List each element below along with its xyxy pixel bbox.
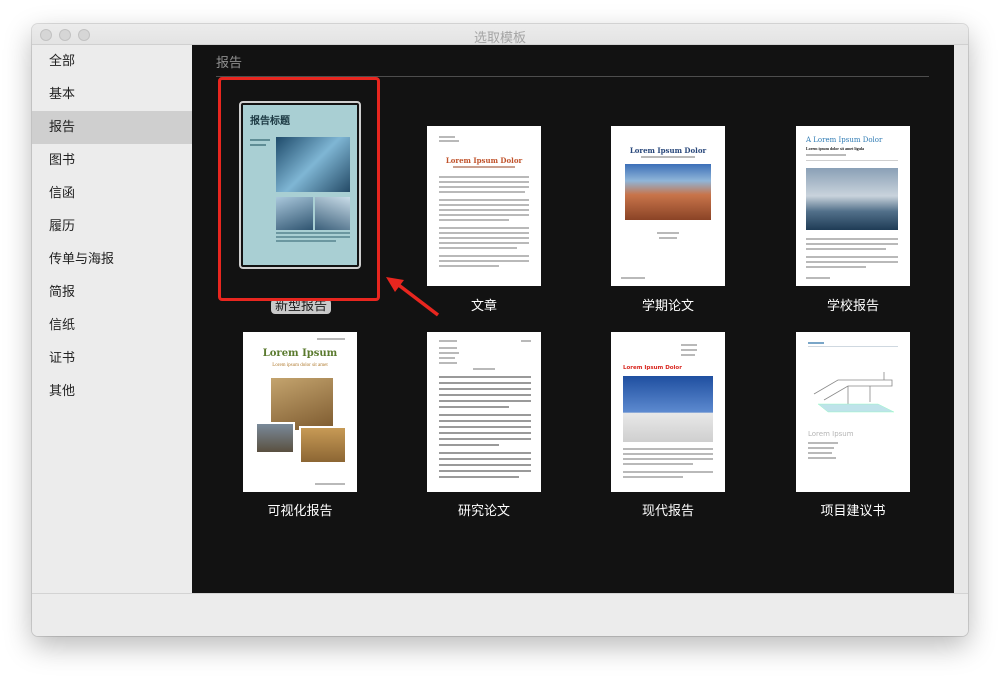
thumb-subtitle: Lorem ipsum dolor sit amet xyxy=(272,363,328,368)
section-title: 报告 xyxy=(216,56,243,71)
sidebar-item-resumes[interactable]: 履历 xyxy=(32,210,192,243)
sidebar-item-newsletters[interactable]: 简报 xyxy=(32,276,192,309)
template-chooser-window: 选取模板 全部 基本 报告 图书 信函 履历 传单与海报 简报 信纸 证书 其他… xyxy=(32,24,968,636)
template-label-term-paper[interactable]: 学期论文 xyxy=(588,295,748,314)
thumb-title: Lorem Ipsum Dolor xyxy=(629,146,707,155)
template-thumb-project-proposal[interactable]: Lorem Ipsum xyxy=(796,332,910,492)
template-thumb-school-report[interactable]: A Lorem Ipsum Dolor Lorem ipsum dolor si… xyxy=(796,126,910,286)
template-label-school-report[interactable]: 学校报告 xyxy=(773,295,933,314)
sidebar-item-letters[interactable]: 信函 xyxy=(32,177,192,210)
window-title: 选取模板 xyxy=(473,31,526,46)
template-thumb-research-paper[interactable] xyxy=(427,332,541,492)
sidebar-item-certificates[interactable]: 证书 xyxy=(32,342,192,375)
category-sidebar: 全部 基本 报告 图书 信函 履历 传单与海报 简报 信纸 证书 其他 xyxy=(32,45,192,593)
sidebar-item-other[interactable]: 其他 xyxy=(32,375,192,408)
template-label-project-proposal[interactable]: 项目建议书 xyxy=(773,500,933,519)
highlight-annotation-box xyxy=(218,77,380,301)
thumb-photo-elephant xyxy=(255,422,295,454)
scroll-strip xyxy=(954,45,968,593)
template-label-visual-report[interactable]: 可视化报告 xyxy=(220,500,380,519)
thumb-photo-lighthouse xyxy=(806,168,898,230)
thumb-title: Lorem Ipsum Dolor xyxy=(623,365,682,371)
sidebar-item-basic[interactable]: 基本 xyxy=(32,78,192,111)
thumb-subtitle: Lorem ipsum dolor sit amet ligula xyxy=(806,146,864,151)
template-label-modern-report[interactable]: 现代报告 xyxy=(588,500,748,519)
thumb-title: Lorem Ipsum xyxy=(808,430,854,438)
thumb-title: Lorem Ipsum Dolor xyxy=(445,156,523,165)
thumb-title: Lorem Ipsum xyxy=(262,348,338,359)
thumb-sketch-building xyxy=(808,350,898,414)
sidebar-item-all[interactable]: 全部 xyxy=(32,45,192,78)
template-thumb-visual-report[interactable]: Lorem Ipsum Lorem ipsum dolor sit amet xyxy=(243,332,357,492)
sidebar-item-books[interactable]: 图书 xyxy=(32,144,192,177)
sidebar-item-flyers-posters[interactable]: 传单与海报 xyxy=(32,243,192,276)
title-bar: 选取模板 xyxy=(32,24,968,46)
template-gallery: 报告 报告标题 新型报告 Lorem Ipsum Dolor 文章 Lorem … xyxy=(192,45,954,593)
template-thumb-modern-report[interactable]: Lorem Ipsum Dolor xyxy=(611,332,725,492)
sidebar-item-reports[interactable]: 报告 xyxy=(32,111,192,144)
bottom-bar xyxy=(32,593,968,636)
template-thumb-term-paper[interactable]: Lorem Ipsum Dolor xyxy=(611,126,725,286)
thumb-photo-architecture xyxy=(623,376,713,442)
sidebar-item-stationery[interactable]: 信纸 xyxy=(32,309,192,342)
annotation-arrow-icon xyxy=(386,277,440,317)
template-thumb-article[interactable]: Lorem Ipsum Dolor xyxy=(427,126,541,286)
thumb-photo-canyon xyxy=(625,164,711,220)
thumb-title: A Lorem Ipsum Dolor xyxy=(806,136,883,144)
template-label-research-paper[interactable]: 研究论文 xyxy=(404,500,564,519)
thumb-photo-meerkats xyxy=(299,426,347,464)
